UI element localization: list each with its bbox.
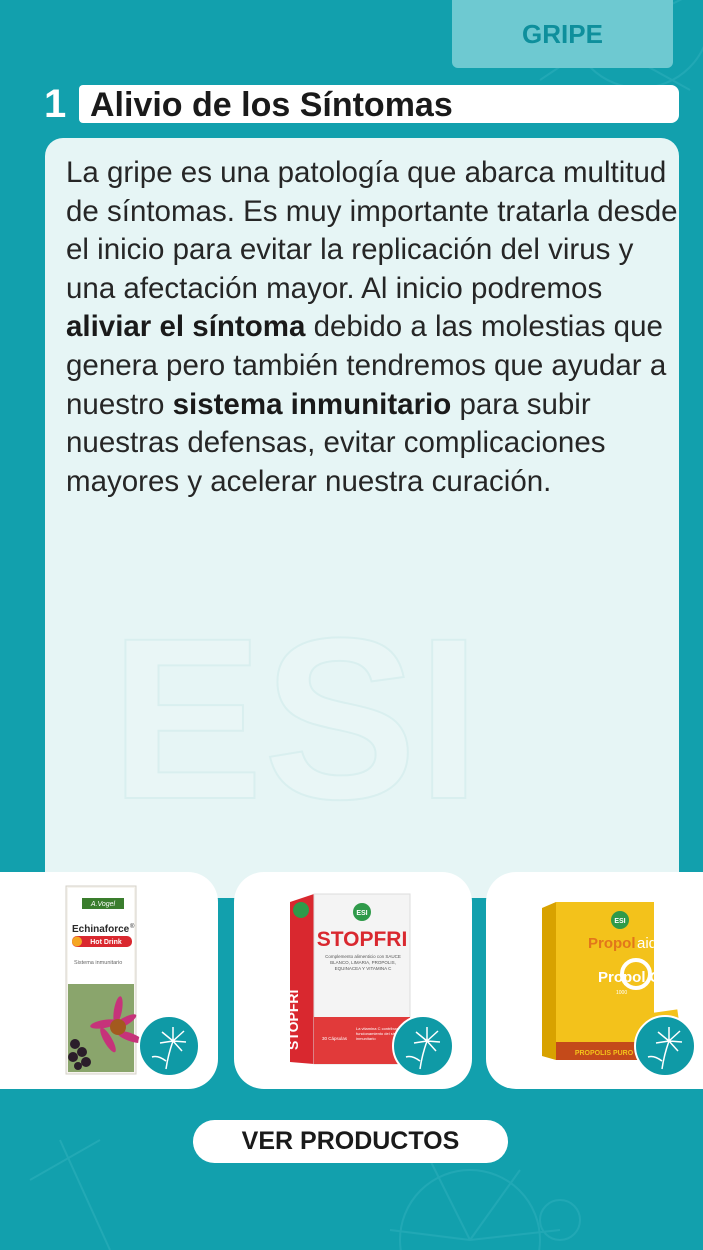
- dandelion-icon: [634, 1015, 696, 1077]
- body-text: La gripe es una patología que abarca mul…: [66, 154, 679, 501]
- body-text-part: La gripe es una patología que abarca mul…: [66, 156, 678, 305]
- product-card-propolaid[interactable]: ESI Propol aid Propol C 1000 PROPOLIS PU…: [486, 872, 703, 1089]
- product-dose: 1000: [616, 990, 627, 996]
- product-footer: PROPOLIS PURO: [575, 1050, 634, 1057]
- ver-productos-button[interactable]: VER PRODUCTOS: [193, 1120, 508, 1163]
- body-text-bold: aliviar el síntoma: [66, 310, 306, 344]
- product-description: Complemento alimenticio con SAUCE BLANCO…: [325, 954, 401, 971]
- watermark-logo: ESI: [109, 589, 482, 838]
- section-title: Alivio de los Síntomas: [90, 86, 453, 124]
- product-tag: Hot Drink: [90, 939, 122, 946]
- product-card-echinaforce[interactable]: A.Vogel Echinaforce ® Hot Drink Sistema …: [0, 872, 218, 1089]
- product-name-suffix: aid: [637, 935, 657, 952]
- dandelion-icon: [138, 1015, 200, 1077]
- product-name-prefix: Propol: [588, 935, 636, 952]
- product-name: STOPFRI: [317, 928, 408, 951]
- product-brand: ESI: [614, 918, 625, 925]
- product-brand: ESI: [356, 910, 367, 917]
- content-card: ESI La gripe es una patología que abarca…: [45, 138, 679, 898]
- section-title-bar: Alivio de los Síntomas: [79, 85, 679, 124]
- product-name: Echinaforce: [72, 924, 130, 935]
- product-subtitle: Sistema inmunitario: [74, 960, 122, 966]
- dandelion-icon: [392, 1015, 454, 1077]
- product-brand: A.Vogel: [90, 901, 116, 908]
- section-number: 1: [44, 82, 67, 126]
- tab-gripe[interactable]: GRIPE: [452, 0, 673, 68]
- body-text-bold: sistema inmunitario: [172, 387, 452, 421]
- product-name-side: STOPFRI: [285, 990, 301, 1050]
- product-card-stopfri[interactable]: STOPFRI ESI STOPFRI Complemento alimenti…: [234, 872, 472, 1089]
- svg-text:ESI: ESI: [110, 590, 481, 838]
- product-count: 30 Cápsulas: [322, 1036, 348, 1041]
- product-name-mark: ®: [130, 923, 135, 930]
